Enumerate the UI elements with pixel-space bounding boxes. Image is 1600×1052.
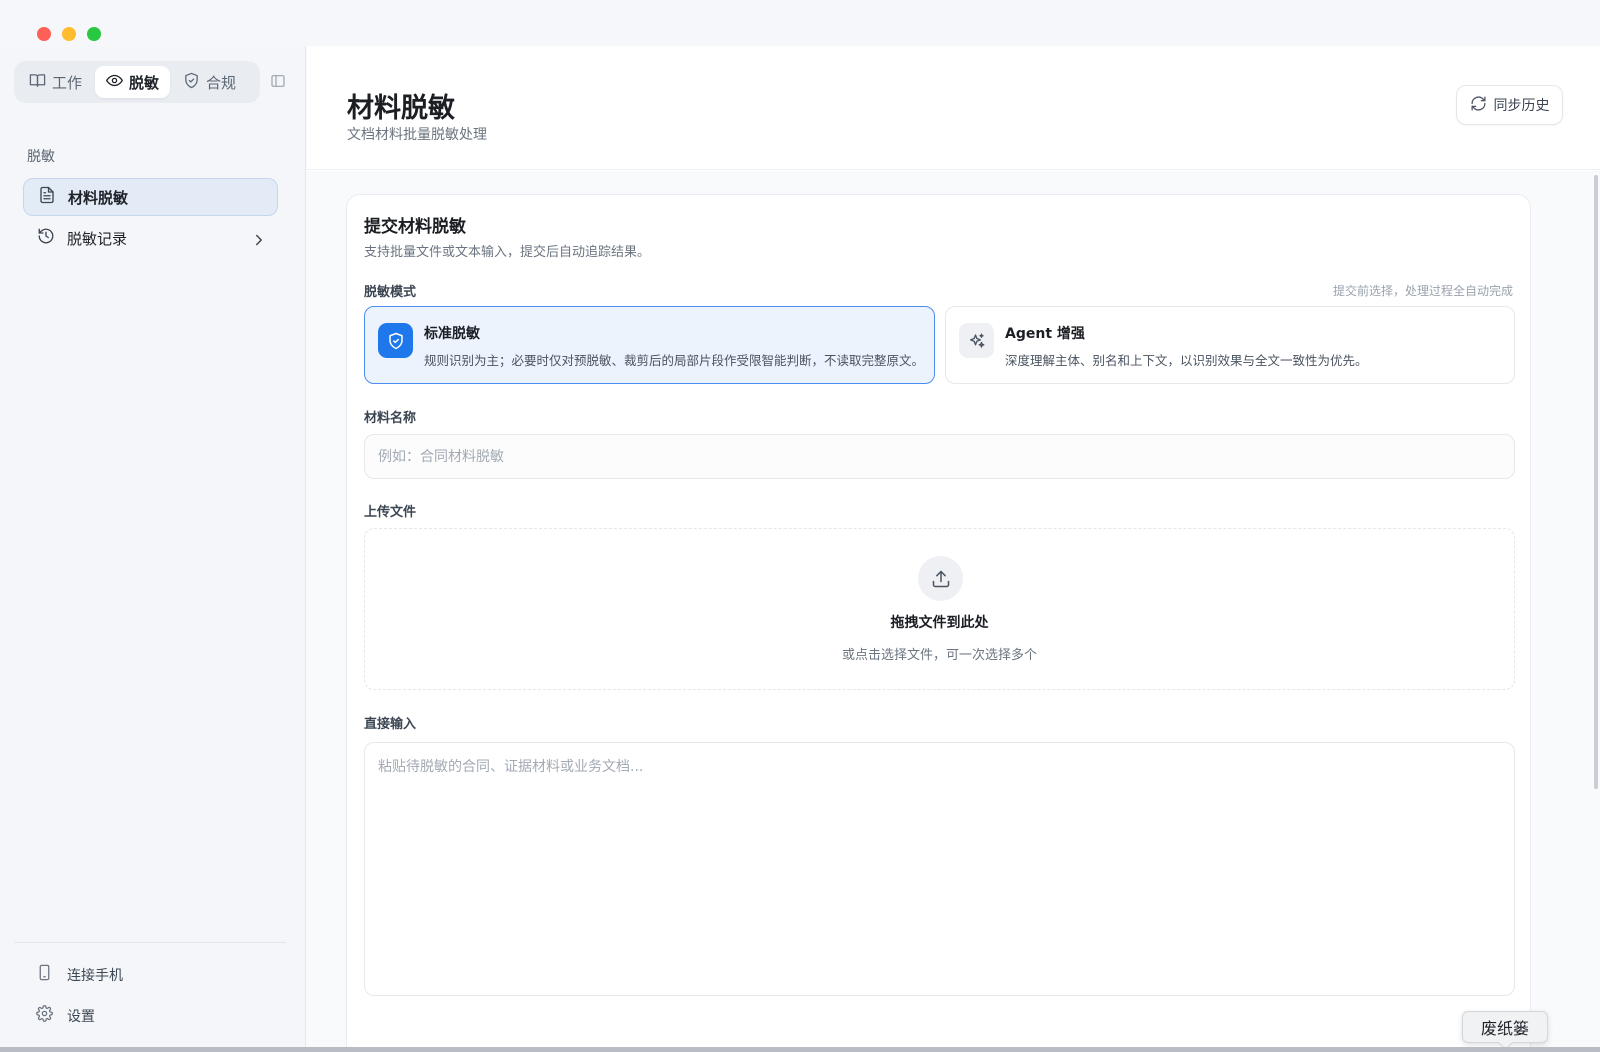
- connect-phone-label: 连接手机: [67, 967, 123, 984]
- mode-hint: 提交前选择，处理过程全自动完成: [1332, 284, 1513, 298]
- eye-icon: [106, 72, 123, 93]
- book-icon: [29, 72, 46, 93]
- upload-icon: [918, 556, 963, 601]
- dock-edge: [0, 1047, 1600, 1052]
- history-icon: [37, 227, 55, 249]
- chevron-right-icon: [250, 231, 264, 246]
- sync-history-button[interactable]: 同步历史: [1456, 85, 1563, 125]
- sync-history-label: 同步历史: [1493, 98, 1550, 114]
- dropzone-subtitle: 或点击选择文件，可一次选择多个: [841, 648, 1037, 663]
- sidebar-item-label: 脱敏记录: [67, 229, 128, 248]
- tab-compliance-label: 合规: [206, 73, 237, 92]
- connect-phone-button[interactable]: 连接手机: [36, 964, 123, 985]
- sidebar: 工作 脱敏 合规 脱敏 材料脱敏 脱敏记录 连接手机 设置: [0, 46, 306, 1047]
- mode-option-description: 深度理解主体、别名和上下文，以识别效果与全文一致性为优先。: [1005, 353, 1368, 368]
- app-window: 工作 脱敏 合规 脱敏 材料脱敏 脱敏记录 连接手机 设置 材料脱敏 文档材料批…: [0, 0, 1600, 1047]
- sidebar-item-label: 材料脱敏: [68, 188, 129, 207]
- refresh-icon: [1470, 95, 1487, 116]
- settings-button[interactable]: 设置: [36, 1005, 95, 1026]
- form-title: 提交材料脱敏: [364, 217, 466, 237]
- mode-option-name: Agent 增强: [1005, 326, 1085, 342]
- sidebar-section-label: 脱敏: [27, 149, 55, 165]
- mode-option-description: 规则识别为主；必要时仅对预脱敏、裁剪后的局部片段作受限智能判断，不读取完整原文。: [424, 353, 925, 368]
- sidebar-item-material-redaction[interactable]: 材料脱敏: [23, 178, 278, 216]
- tab-work-label: 工作: [52, 73, 83, 92]
- tab-redact[interactable]: 脱敏: [95, 66, 171, 98]
- content-area: 提交材料脱敏 支持批量文件或文本输入，提交后自动追踪结果。 脱敏模式 提交前选择…: [307, 171, 1600, 1047]
- main-panel: 材料脱敏 文档材料批量脱敏处理 同步历史 提交材料脱敏 支持批量文件或文本输入，…: [307, 46, 1600, 1047]
- sidebar-toggle-icon[interactable]: [270, 73, 286, 89]
- page-subtitle: 文档材料批量脱敏处理: [347, 127, 487, 143]
- direct-input-textarea[interactable]: [364, 742, 1515, 996]
- title-bar: [0, 0, 1600, 46]
- mode-option-agent[interactable]: Agent 增强 深度理解主体、别名和上下文，以识别效果与全文一致性为优先。: [945, 306, 1515, 384]
- minimize-window-button[interactable]: [62, 27, 76, 41]
- mode-option-standard[interactable]: 标准脱敏 规则识别为主；必要时仅对预脱敏、裁剪后的局部片段作受限智能判断，不读取…: [364, 306, 935, 384]
- file-dropzone[interactable]: 拖拽文件到此处 或点击选择文件，可一次选择多个: [364, 528, 1515, 690]
- shield-icon: [183, 72, 200, 93]
- mode-label: 脱敏模式: [364, 285, 417, 300]
- sidebar-item-redaction-history[interactable]: 脱敏记录: [23, 219, 278, 257]
- content-scrollbar[interactable]: [1594, 175, 1598, 789]
- phone-icon: [36, 964, 53, 985]
- material-name-input[interactable]: [364, 434, 1515, 479]
- tab-work[interactable]: 工作: [18, 66, 93, 98]
- gear-icon: [36, 1005, 53, 1026]
- dropzone-title: 拖拽文件到此处: [890, 615, 989, 631]
- sidebar-divider: [14, 942, 286, 943]
- mode-option-name: 标准脱敏: [424, 326, 480, 342]
- upload-label: 上传文件: [364, 505, 417, 520]
- submit-form-card: 提交材料脱敏 支持批量文件或文本输入，提交后自动追踪结果。 脱敏模式 提交前选择…: [346, 194, 1531, 1047]
- page-title: 材料脱敏: [347, 93, 455, 124]
- material-name-label: 材料名称: [364, 411, 417, 426]
- tab-compliance[interactable]: 合规: [172, 66, 247, 98]
- dock-tooltip-trash: 废纸篓: [1462, 1011, 1548, 1043]
- form-description: 支持批量文件或文本输入，提交后自动追踪结果。: [364, 245, 651, 260]
- tab-redact-label: 脱敏: [129, 73, 160, 92]
- direct-input-label: 直接输入: [364, 717, 417, 732]
- settings-label: 设置: [67, 1008, 95, 1025]
- sparkles-icon: [959, 323, 994, 358]
- mode-switcher: 工作 脱敏 合规: [14, 61, 260, 103]
- close-window-button[interactable]: [37, 27, 51, 41]
- zoom-window-button[interactable]: [87, 27, 101, 41]
- shield-check-icon: [378, 323, 413, 358]
- document-icon: [38, 186, 56, 208]
- page-header: 材料脱敏 文档材料批量脱敏处理 同步历史: [307, 46, 1600, 170]
